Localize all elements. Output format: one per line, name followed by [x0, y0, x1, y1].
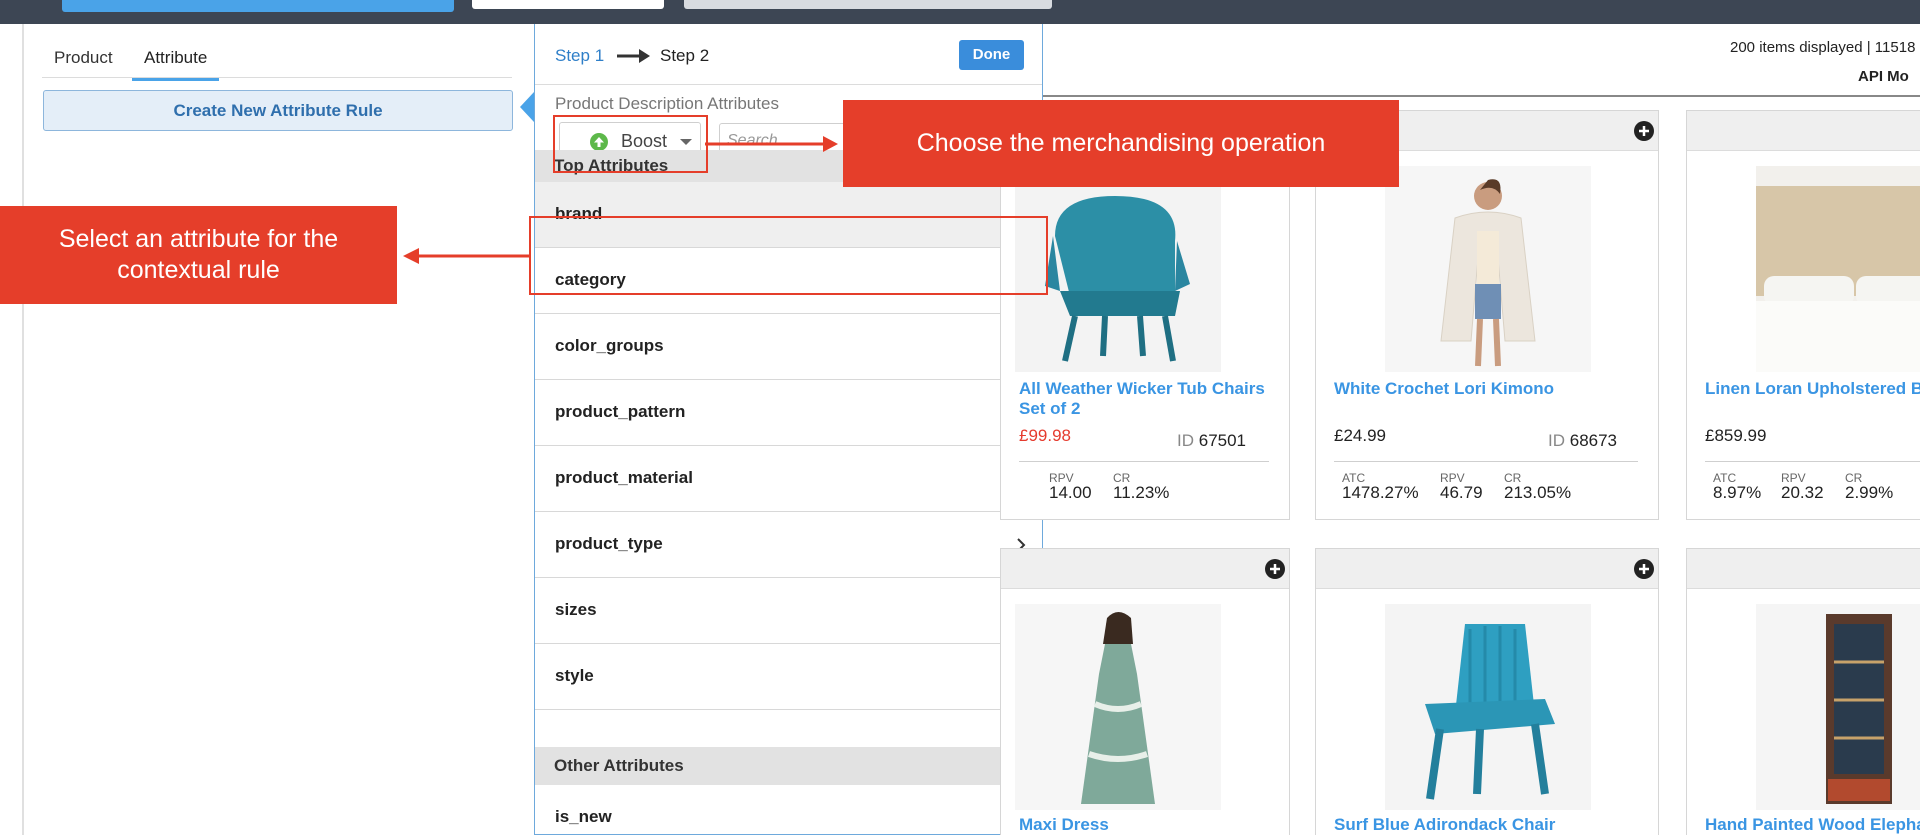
attribute-callout-line: contextual rule — [117, 256, 280, 284]
attribute-callout: Select an attribute for the contextual r… — [0, 206, 397, 304]
operation-callout: Choose the merchandising operation — [843, 100, 1399, 187]
attribute-callout-line: Select an attribute for the — [58, 225, 339, 253]
